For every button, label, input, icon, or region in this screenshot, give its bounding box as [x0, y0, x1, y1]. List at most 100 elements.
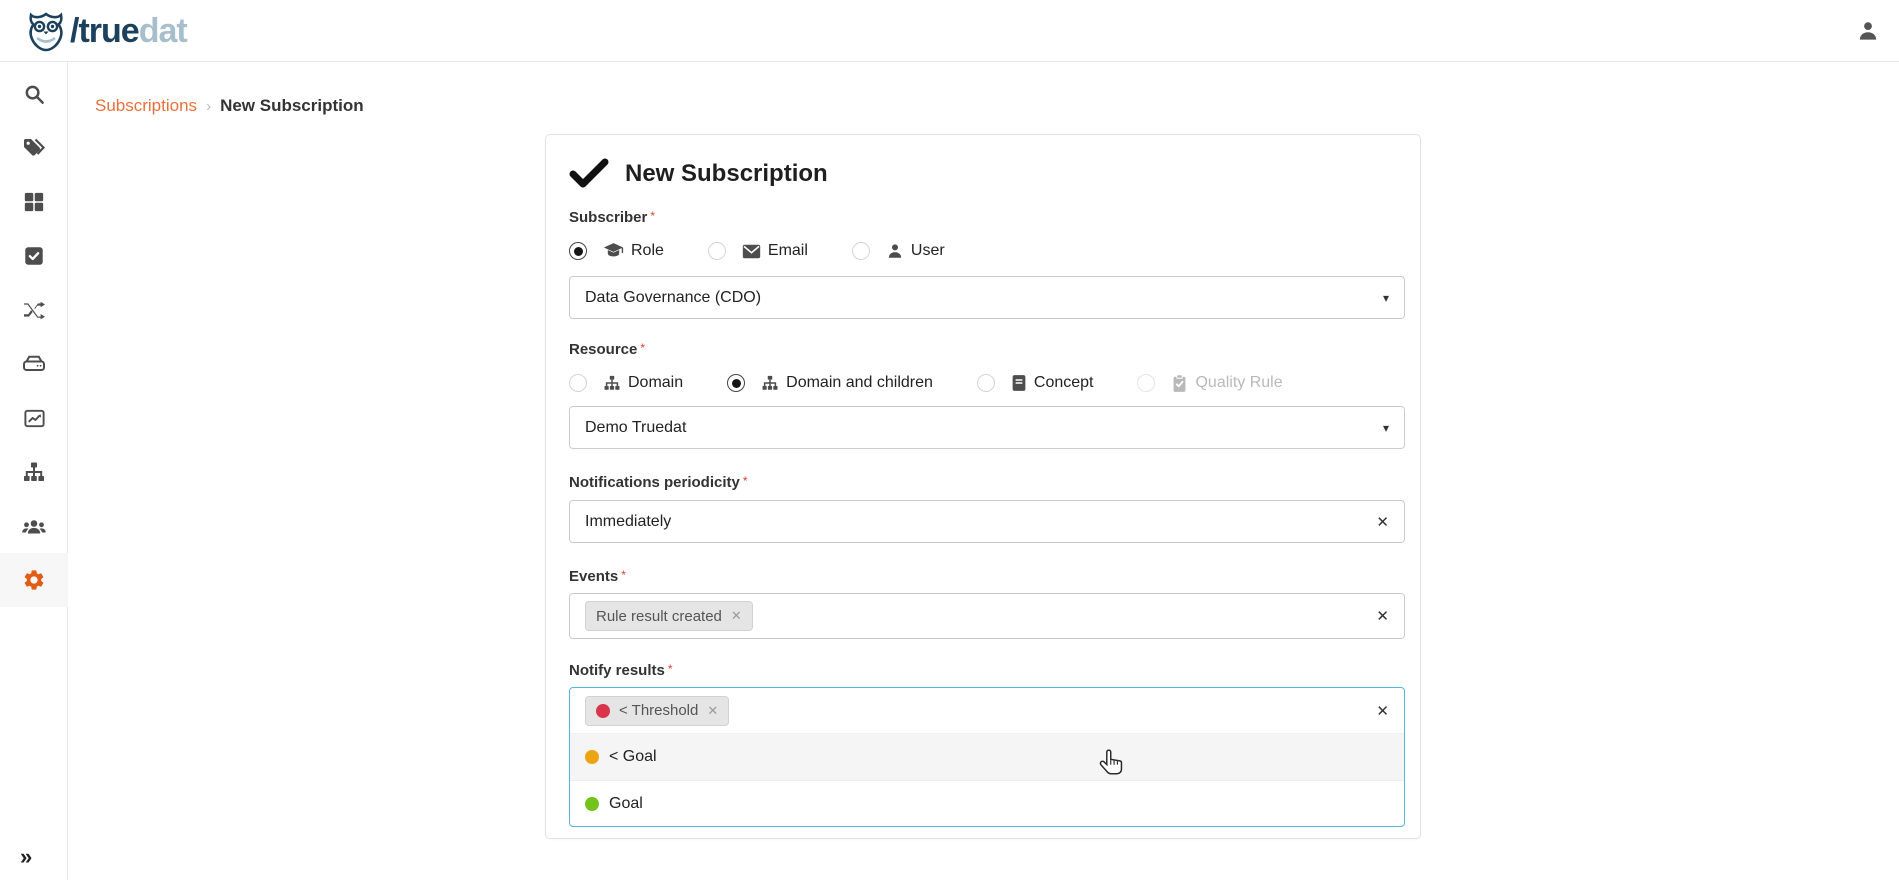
- truedat-logo[interactable]: /truedat: [24, 9, 187, 53]
- clear-icon[interactable]: ✕: [1376, 513, 1389, 531]
- radio-circle[interactable]: [569, 374, 587, 392]
- option-label: < Goal: [609, 748, 657, 766]
- notify-results-label: Notify results: [569, 662, 665, 679]
- user-menu-icon[interactable]: [1855, 18, 1881, 44]
- top-header: /truedat: [0, 0, 1899, 62]
- sidebar-item-domains[interactable]: [0, 445, 68, 499]
- radio-circle[interactable]: [569, 242, 587, 260]
- resource-radio-group: Domain Domain and children: [569, 369, 1403, 397]
- periodicity-field[interactable]: Immediately ✕: [569, 500, 1405, 543]
- chevron-down-icon[interactable]: ▾: [1383, 421, 1389, 435]
- shuffle-icon: [22, 298, 46, 322]
- user-icon: [886, 242, 904, 260]
- subscriber-select-value: Data Governance (CDO): [585, 289, 761, 307]
- tag-rule-result-created: Rule result created ✕: [585, 601, 753, 631]
- events-field[interactable]: Rule result created ✕ ✕: [569, 593, 1405, 639]
- logo-text-primary: /true: [70, 12, 139, 50]
- radio-label: Email: [768, 242, 808, 260]
- radio-label: Concept: [1034, 374, 1094, 392]
- radio-label: Domain: [628, 374, 683, 392]
- red-dot: [596, 704, 610, 718]
- resource-select[interactable]: Demo Truedat ▾: [569, 406, 1405, 449]
- radio-circle[interactable]: [708, 242, 726, 260]
- radio-domain[interactable]: Domain: [569, 374, 683, 392]
- resource-select-value: Demo Truedat: [585, 419, 686, 437]
- radio-label: User: [911, 242, 945, 260]
- sidebar-collapse-button[interactable]: »: [20, 844, 32, 870]
- users-icon: [21, 513, 47, 539]
- clear-icon[interactable]: ✕: [1376, 607, 1389, 625]
- required-marker: *: [640, 341, 645, 355]
- tag-threshold: < Threshold ✕: [585, 696, 729, 726]
- clear-icon[interactable]: ✕: [1376, 702, 1389, 720]
- subscriber-radio-group: Role Email User: [569, 237, 1403, 265]
- envelope-icon: [742, 244, 761, 259]
- sidebar-item-quality[interactable]: [0, 229, 68, 283]
- radio-label: Role: [631, 242, 664, 260]
- card-header: New Subscription: [569, 155, 1403, 193]
- radio-circle: [1137, 374, 1155, 392]
- chart-line-icon: [23, 407, 46, 430]
- check-square-icon: [23, 245, 45, 267]
- radio-concept[interactable]: Concept: [977, 374, 1094, 392]
- option-lt-goal[interactable]: < Goal: [570, 734, 1404, 780]
- option-goal[interactable]: Goal: [570, 780, 1404, 826]
- radio-email[interactable]: Email: [708, 242, 808, 260]
- periodicity-label: Notifications periodicity: [569, 474, 740, 491]
- drive-icon: [22, 352, 46, 376]
- sidebar-item-tags[interactable]: [0, 121, 68, 175]
- sidebar-item-datasources[interactable]: [0, 337, 68, 391]
- check-icon: [569, 158, 609, 190]
- notify-results-field[interactable]: < Threshold ✕ ✕: [570, 688, 1404, 734]
- chevron-down-icon[interactable]: ▾: [1383, 291, 1389, 305]
- breadcrumb: Subscriptions › New Subscription: [95, 96, 364, 116]
- required-marker: *: [621, 568, 626, 582]
- required-marker: *: [650, 209, 655, 223]
- grid-icon: [23, 191, 45, 213]
- breadcrumb-separator: ›: [206, 98, 211, 115]
- sidebar-item-modules[interactable]: [0, 175, 68, 229]
- radio-quality-rule: Quality Rule: [1137, 374, 1282, 393]
- green-dot: [585, 797, 599, 811]
- breadcrumb-subscriptions-link[interactable]: Subscriptions: [95, 96, 197, 116]
- yellow-dot: [585, 750, 599, 764]
- tag-remove-icon[interactable]: ✕: [731, 608, 742, 624]
- sidebar-item-lineage[interactable]: [0, 283, 68, 337]
- tag-remove-icon[interactable]: ✕: [707, 703, 718, 719]
- owl-icon: [24, 9, 68, 53]
- search-icon: [23, 83, 46, 106]
- clipboard-check-icon: [1171, 374, 1188, 393]
- required-marker: *: [743, 474, 748, 488]
- sitemap-icon: [22, 460, 46, 484]
- radio-user[interactable]: User: [852, 242, 945, 260]
- sidebar-item-groups[interactable]: [0, 499, 68, 553]
- breadcrumb-current: New Subscription: [220, 96, 364, 116]
- sidebar-item-settings[interactable]: [0, 553, 68, 607]
- subscriber-select[interactable]: Data Governance (CDO) ▾: [569, 276, 1405, 319]
- tag-label: Rule result created: [596, 608, 722, 625]
- book-icon: [1011, 374, 1027, 392]
- option-label: Goal: [609, 795, 643, 813]
- sidebar-item-dashboards[interactable]: [0, 391, 68, 445]
- subscriber-label: Subscriber: [569, 209, 647, 226]
- tag-label: < Threshold: [619, 702, 698, 719]
- radio-label: Quality Rule: [1195, 374, 1282, 392]
- radio-domain-and-children[interactable]: Domain and children: [727, 374, 933, 392]
- page-title: New Subscription: [625, 160, 828, 188]
- periodicity-value: Immediately: [585, 513, 671, 531]
- tags-icon: [22, 136, 46, 160]
- notify-results-combo: < Threshold ✕ ✕ < Goal Goal: [569, 687, 1405, 827]
- radio-circle[interactable]: [852, 242, 870, 260]
- radio-circle[interactable]: [977, 374, 995, 392]
- radio-role[interactable]: Role: [569, 242, 664, 260]
- sidebar-item-search[interactable]: [0, 67, 68, 121]
- left-sidebar: »: [0, 62, 68, 880]
- sitemap-icon: [603, 374, 621, 392]
- resource-label: Resource: [569, 341, 637, 358]
- events-label: Events: [569, 568, 618, 585]
- radio-circle[interactable]: [727, 374, 745, 392]
- radio-label: Domain and children: [786, 374, 933, 392]
- new-subscription-card: New Subscription Subscriber* Role: [545, 134, 1421, 839]
- gear-icon: [22, 568, 46, 592]
- sitemap-icon: [761, 374, 779, 392]
